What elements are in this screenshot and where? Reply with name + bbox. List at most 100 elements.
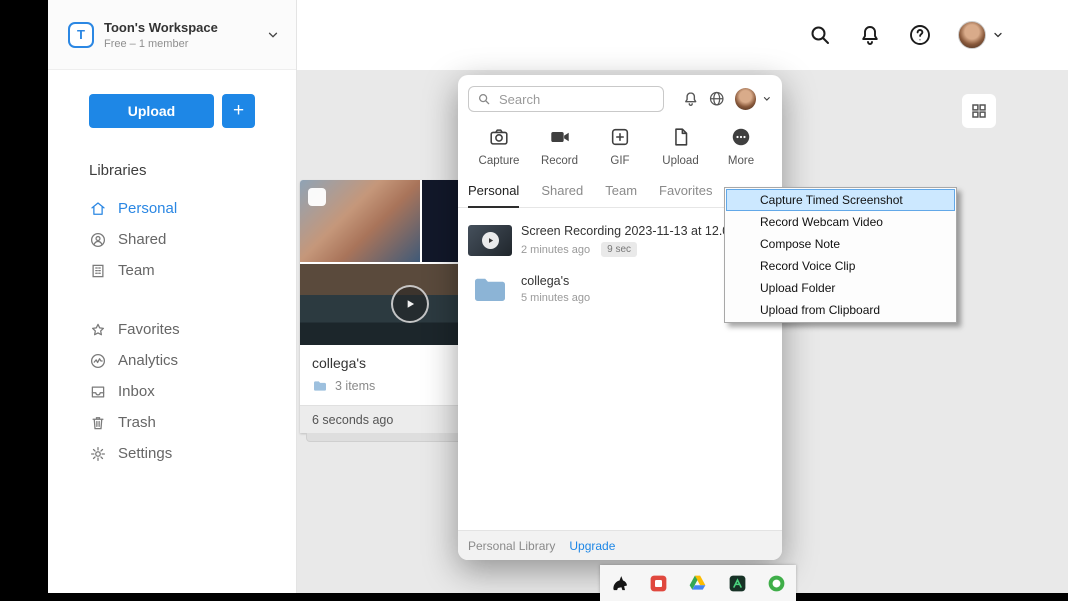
file-info: collega's 5 minutes ago (521, 274, 590, 304)
file-meta: 2 minutes ago 9 sec (521, 242, 747, 257)
chevron-down-icon (992, 29, 1004, 41)
avatar[interactable] (958, 21, 986, 49)
menu-item-upload-folder[interactable]: Upload Folder (726, 277, 955, 299)
action-label: Record (540, 155, 579, 167)
action-label: Upload (662, 155, 699, 167)
sidebar-item-label: Favorites (118, 321, 180, 338)
avatar[interactable] (734, 88, 757, 110)
action-label: More (727, 155, 755, 167)
duration-badge: 9 sec (601, 242, 638, 257)
popup-toolbar (458, 75, 782, 117)
main-header (297, 0, 1068, 70)
analytics-icon (89, 352, 107, 370)
sidebar: T Toon's Workspace Free – 1 member Uploa… (48, 0, 297, 593)
sidebar-item-analytics[interactable]: Analytics (89, 345, 296, 376)
tab-team[interactable]: Team (605, 183, 637, 208)
popup-footer: Personal Library Upgrade (458, 530, 782, 560)
sidebar-item-label: Trash (118, 414, 156, 431)
tab-personal[interactable]: Personal (468, 183, 520, 208)
help-icon[interactable] (908, 23, 932, 47)
taskbar-dock (600, 565, 796, 601)
capture-button[interactable]: Capture (471, 126, 527, 167)
play-icon (482, 232, 499, 249)
sidebar-item-team[interactable]: Team (89, 255, 296, 286)
dark-green-app-icon[interactable] (727, 573, 748, 594)
file-time: 2 minutes ago (521, 243, 591, 256)
action-bar: Capture Record GIF Upload More (458, 117, 782, 171)
droplr-kangaroo-icon[interactable] (609, 573, 630, 594)
search-input[interactable] (497, 90, 655, 108)
upgrade-link[interactable]: Upgrade (569, 539, 615, 553)
sidebar-item-label: Team (118, 262, 155, 279)
record-button[interactable]: Record (532, 126, 588, 167)
chevron-down-icon[interactable] (266, 28, 280, 42)
person-circle-icon (89, 231, 107, 249)
video-camera-icon (549, 126, 571, 148)
file-info: Screen Recording 2023-11-13 at 12.08... … (521, 224, 747, 257)
sidebar-item-inbox[interactable]: Inbox (89, 376, 296, 407)
gear-icon (89, 445, 107, 463)
menu-item-compose-note[interactable]: Compose Note (726, 233, 955, 255)
tab-shared[interactable]: Shared (541, 183, 583, 208)
sidebar-item-label: Settings (118, 445, 173, 462)
sidebar-item-trash[interactable]: Trash (89, 407, 296, 438)
green-app-icon[interactable] (766, 573, 787, 594)
sidebar-item-label: Inbox (118, 383, 155, 400)
folder-thumbnail (468, 273, 512, 304)
red-app-icon[interactable] (648, 573, 669, 594)
workspace-switcher[interactable]: T Toon's Workspace Free – 1 member (48, 0, 296, 70)
building-icon (89, 262, 107, 280)
sidebar-item-settings[interactable]: Settings (89, 438, 296, 469)
search-icon[interactable] (808, 23, 832, 47)
ellipsis-circle-icon (730, 126, 752, 148)
secondary-nav: Favorites Analytics Inbox Trash Settings (89, 314, 296, 469)
globe-icon[interactable] (708, 90, 725, 108)
camera-icon (488, 126, 510, 148)
google-drive-icon[interactable] (687, 573, 708, 594)
workspace-info: Toon's Workspace Free – 1 member (104, 20, 256, 50)
video-thumbnail (468, 225, 512, 256)
play-icon (391, 285, 429, 323)
action-label: GIF (610, 155, 630, 167)
sidebar-item-label: Shared (118, 231, 167, 248)
folder-icon (312, 378, 328, 394)
sidebar-item-label: Personal (118, 200, 178, 217)
select-checkbox[interactable] (308, 188, 326, 206)
sidebar-item-favorites[interactable]: Favorites (89, 314, 296, 345)
more-button[interactable]: More (713, 126, 769, 167)
action-label: Capture (478, 155, 520, 167)
menu-item-record-voice-clip[interactable]: Record Voice Clip (726, 255, 955, 277)
upload-button[interactable]: Upload (653, 126, 709, 167)
menu-item-capture-timed-screenshot[interactable]: Capture Timed Screenshot (726, 189, 955, 211)
plus-square-icon (609, 126, 631, 148)
trash-icon (89, 414, 107, 432)
tab-favorites[interactable]: Favorites (659, 183, 712, 208)
sidebar-item-personal[interactable]: Personal (89, 193, 296, 224)
items-count: 3 items (335, 379, 376, 393)
grid-view-toggle-button[interactable] (962, 94, 996, 128)
sidebar-item-shared[interactable]: Shared (89, 224, 296, 255)
library-label: Personal Library (468, 538, 556, 553)
file-time: 5 minutes ago (521, 291, 591, 304)
upload-row: Upload + (89, 94, 296, 128)
file-meta: 5 minutes ago (521, 292, 590, 304)
workspace-plan: Free – 1 member (104, 37, 189, 50)
file-title: collega's (521, 273, 570, 288)
workspace-name: Toon's Workspace (104, 19, 218, 35)
home-icon (89, 200, 107, 218)
menu-item-upload-from-clipboard[interactable]: Upload from Clipboard (726, 299, 955, 321)
app-window: T Toon's Workspace Free – 1 member Uploa… (48, 0, 1068, 593)
sidebar-item-label: Analytics (118, 352, 179, 369)
file-title: Screen Recording 2023-11-13 at 12.08... (521, 224, 747, 238)
star-icon (89, 321, 107, 339)
bell-icon[interactable] (858, 23, 882, 47)
search-icon (477, 92, 491, 106)
account-menu[interactable] (958, 21, 1004, 49)
bell-icon[interactable] (682, 90, 699, 108)
upload-button[interactable]: Upload (89, 94, 214, 128)
chevron-down-icon[interactable] (762, 94, 772, 104)
gif-button[interactable]: GIF (592, 126, 648, 167)
menu-item-record-webcam-video[interactable]: Record Webcam Video (726, 211, 955, 233)
search-box[interactable] (468, 86, 664, 112)
add-button[interactable]: + (222, 94, 255, 128)
